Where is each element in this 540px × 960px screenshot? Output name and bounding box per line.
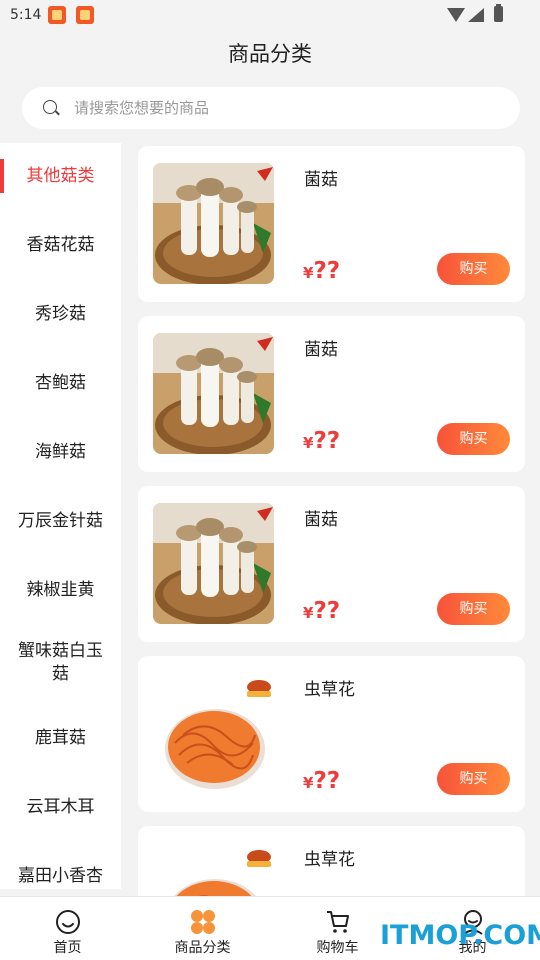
status-bar: 5:14 [0,0,540,32]
home-icon [56,910,80,934]
product-price: ¥?? [303,598,340,624]
status-time: 5:14 [10,7,42,23]
product-image[interactable] [153,503,274,624]
search-input[interactable]: 请搜索您想要的商品 [22,87,520,129]
product-list[interactable]: 菌菇 ¥?? 购买 菌菇 ¥?? 购买 菌菇 ¥?? 购买 虫草花 ¥?? 购买… [138,146,525,896]
product-card[interactable]: 虫草花 ¥?? 购买 [138,656,525,812]
product-image[interactable] [153,843,274,896]
sidebar-item-jiatian[interactable]: 嘉田小香杏 [0,843,121,889]
product-name[interactable]: 菌菇 [304,505,338,530]
price-currency: ¥ [303,604,314,622]
sidebar-item-shiitake[interactable]: 香菇花菇 [0,212,121,278]
product-card[interactable]: 虫草花 ¥?? 购买 [138,826,525,896]
search-icon [43,100,57,114]
category-icon [191,910,215,934]
price-value: ?? [313,598,341,624]
cart-icon [327,911,349,933]
watermark: ITMOP.COM [380,920,540,951]
buy-button[interactable]: 购买 [437,253,510,285]
product-name[interactable]: 菌菇 [304,165,338,190]
app-notification-icon [76,6,94,24]
search-placeholder: 请搜索您想要的商品 [74,99,210,117]
sidebar-item-wood-ear[interactable]: 云耳木耳 [0,774,121,840]
price-value: ?? [313,768,341,794]
price-value: ?? [313,428,341,454]
product-image[interactable] [153,673,274,794]
sidebar-item-velvet-antler[interactable]: 鹿茸菇 [0,705,121,771]
sidebar-item-king-oyster[interactable]: 杏鲍菇 [0,350,121,416]
battery-icon [494,4,503,22]
product-card[interactable]: 菌菇 ¥?? 购买 [138,146,525,302]
product-price: ¥?? [303,258,340,284]
price-value: ?? [313,258,341,284]
nav-label: 商品分类 [174,940,231,956]
page-title: 商品分类 [228,42,312,66]
wifi-icon [447,8,465,22]
sidebar-item-oyster[interactable]: 秀珍菇 [0,281,121,347]
buy-button[interactable]: 购买 [437,593,510,625]
product-card[interactable]: 菌菇 ¥?? 购买 [138,486,525,642]
sidebar-item-other-mushrooms[interactable]: 其他菇类 [0,143,121,209]
product-card[interactable]: 菌菇 ¥?? 购买 [138,316,525,472]
nav-category[interactable]: 商品分类 [135,897,270,960]
app-notification-icon [48,6,66,24]
product-name[interactable]: 虫草花 [304,675,355,700]
product-name[interactable]: 虫草花 [304,845,355,870]
nav-home[interactable]: 首页 [0,897,135,960]
price-currency: ¥ [303,264,314,282]
product-price: ¥?? [303,428,340,454]
product-image[interactable] [153,163,274,284]
signal-icon [468,8,484,22]
category-sidebar[interactable]: 其他菇类 香菇花菇 秀珍菇 杏鲍菇 海鲜菇 万辰金针菇 辣椒韭黄 蟹味菇白玉菇 … [0,143,121,889]
nav-label: 首页 [53,940,82,956]
product-image[interactable] [153,333,274,454]
sidebar-item-chili-chives[interactable]: 辣椒韭黄 [0,557,121,623]
product-price: ¥?? [303,768,340,794]
buy-button[interactable]: 购买 [437,763,510,795]
buy-button[interactable]: 购买 [437,423,510,455]
price-currency: ¥ [303,774,314,792]
sidebar-item-seafood-mushroom[interactable]: 海鲜菇 [0,419,121,485]
sidebar-item-enoki[interactable]: 万辰金针菇 [0,488,121,554]
product-name[interactable]: 菌菇 [304,335,338,360]
price-currency: ¥ [303,434,314,452]
sidebar-item-crab-mushroom[interactable]: 蟹味菇白玉菇 [0,628,121,698]
